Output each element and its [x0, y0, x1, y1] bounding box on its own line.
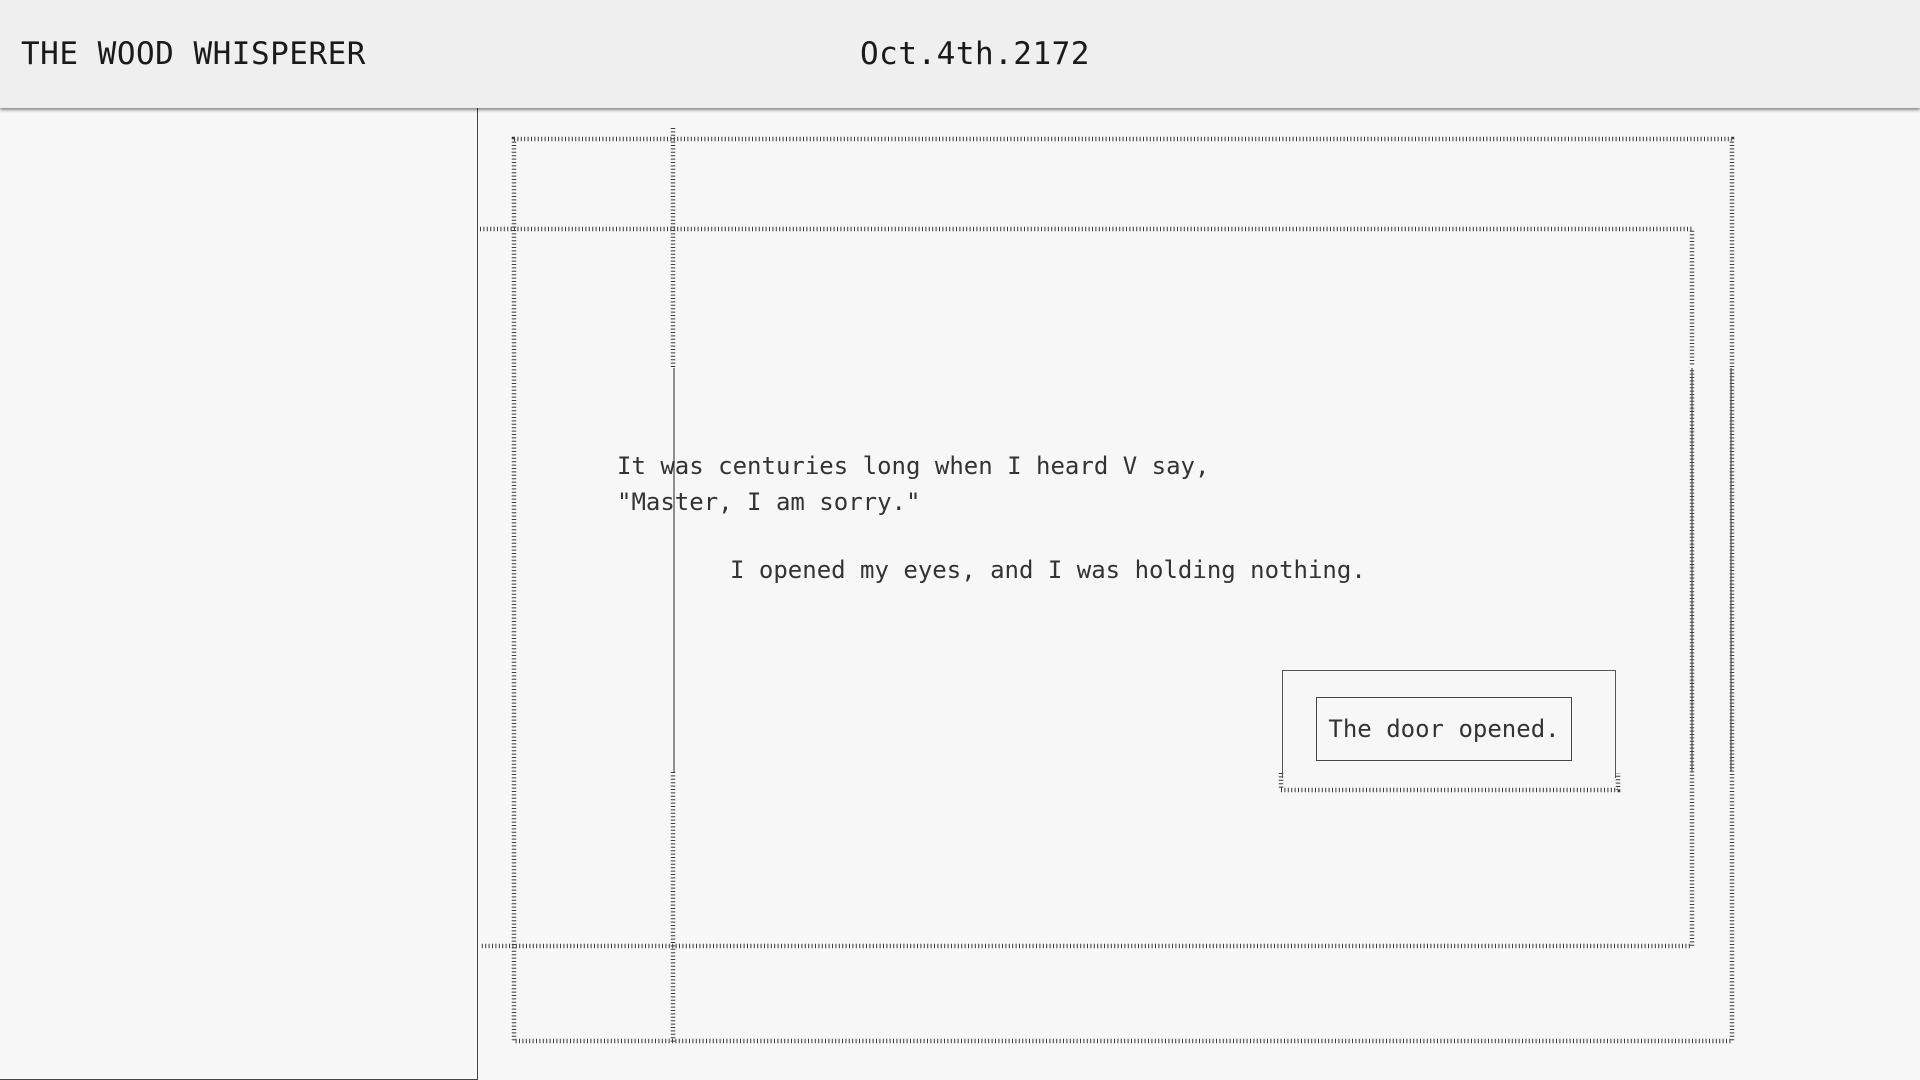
side-panel [0, 108, 478, 1080]
outer-dotted-frame [511, 136, 1735, 1044]
story-line-2: "Master, I am sorry." [617, 488, 921, 516]
story-line-3: I opened my eyes, and I was holding noth… [730, 556, 1366, 584]
story-line-1: It was centuries long when I heard V say… [617, 452, 1210, 480]
door-opened-choice-button[interactable]: The door opened. [1316, 697, 1572, 761]
dotted-frame-drawing [480, 128, 1735, 1044]
date-display: Oct.4th.2172 [860, 36, 1090, 72]
game-title: THE WOOD WHISPERER [21, 36, 366, 72]
header-bar: THE WOOD WHISPERER Oct.4th.2172 [0, 0, 1920, 108]
story-scene: It was centuries long when I heard V say… [480, 108, 1920, 1080]
